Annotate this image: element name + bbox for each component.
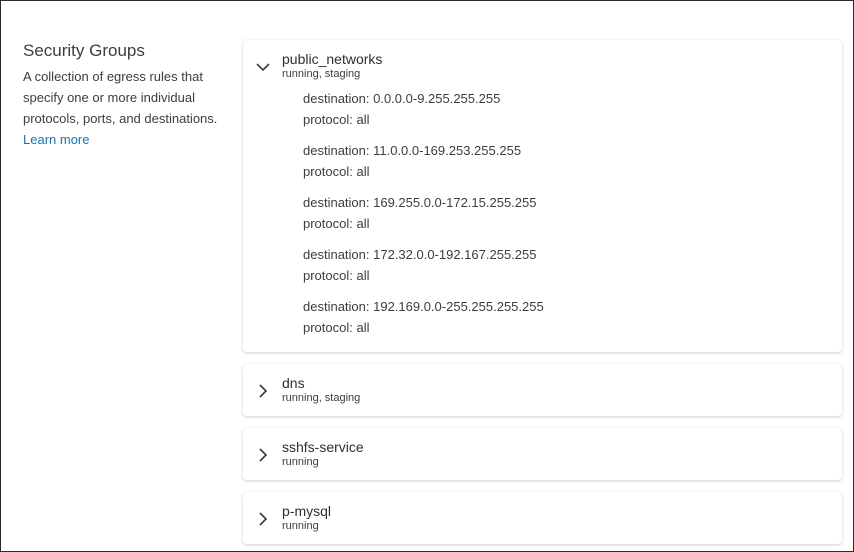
rule-item: destination: 192.169.0.0-255.255.255.255… xyxy=(303,296,544,338)
learn-more-link[interactable]: Learn more xyxy=(23,132,89,147)
section-description: A collection of egress rules that specif… xyxy=(23,66,223,150)
rule-protocol: protocol: all xyxy=(303,216,370,231)
rule-item: destination: 172.32.0.0-192.167.255.255 … xyxy=(303,244,544,286)
rule-protocol: protocol: all xyxy=(303,112,370,127)
rule-protocol: protocol: all xyxy=(303,164,370,179)
group-lifecycle: running xyxy=(282,456,319,468)
security-group-p-mysql[interactable]: p-mysql running xyxy=(243,492,842,544)
group-name: p-mysql xyxy=(282,503,332,519)
rule-destination: destination: 192.169.0.0-255.255.255.255 xyxy=(303,299,544,314)
chevron-right-icon[interactable] xyxy=(255,383,271,399)
rule-destination: destination: 11.0.0.0-169.253.255.255 xyxy=(303,143,522,158)
rule-protocol: protocol: all xyxy=(303,268,370,283)
chevron-right-icon[interactable] xyxy=(255,511,271,527)
rule-list: destination: 0.0.0.0-9.255.255.255 proto… xyxy=(303,88,544,348)
security-groups-frame: Security Groups A collection of egress r… xyxy=(0,0,854,552)
section-intro: Security Groups A collection of egress r… xyxy=(23,40,223,150)
security-group-dns[interactable]: dns running, staging xyxy=(243,364,842,416)
group-lifecycle: running, staging xyxy=(282,68,361,80)
security-group-public-networks[interactable]: public_networks running, staging destina… xyxy=(243,40,842,352)
rule-destination: destination: 169.255.0.0-172.15.255.255 xyxy=(303,195,537,210)
group-name: public_networks xyxy=(282,51,383,67)
rule-destination: destination: 172.32.0.0-192.167.255.255 xyxy=(303,247,537,262)
chevron-down-icon[interactable] xyxy=(255,59,271,75)
rule-protocol: protocol: all xyxy=(303,320,370,335)
rule-item: destination: 0.0.0.0-9.255.255.255 proto… xyxy=(303,88,544,130)
group-lifecycle: running, staging xyxy=(282,392,361,404)
security-group-sshfs-service[interactable]: sshfs-service running xyxy=(243,428,842,480)
chevron-right-icon[interactable] xyxy=(255,447,271,463)
description-text: A collection of egress rules that specif… xyxy=(23,69,218,126)
rule-item: destination: 169.255.0.0-172.15.255.255 … xyxy=(303,192,544,234)
section-title: Security Groups xyxy=(23,41,145,60)
group-lifecycle: running xyxy=(282,520,319,532)
group-name: sshfs-service xyxy=(282,439,364,455)
rule-destination: destination: 0.0.0.0-9.255.255.255 xyxy=(303,91,501,106)
group-name: dns xyxy=(282,375,305,391)
rule-item: destination: 11.0.0.0-169.253.255.255 pr… xyxy=(303,140,544,182)
